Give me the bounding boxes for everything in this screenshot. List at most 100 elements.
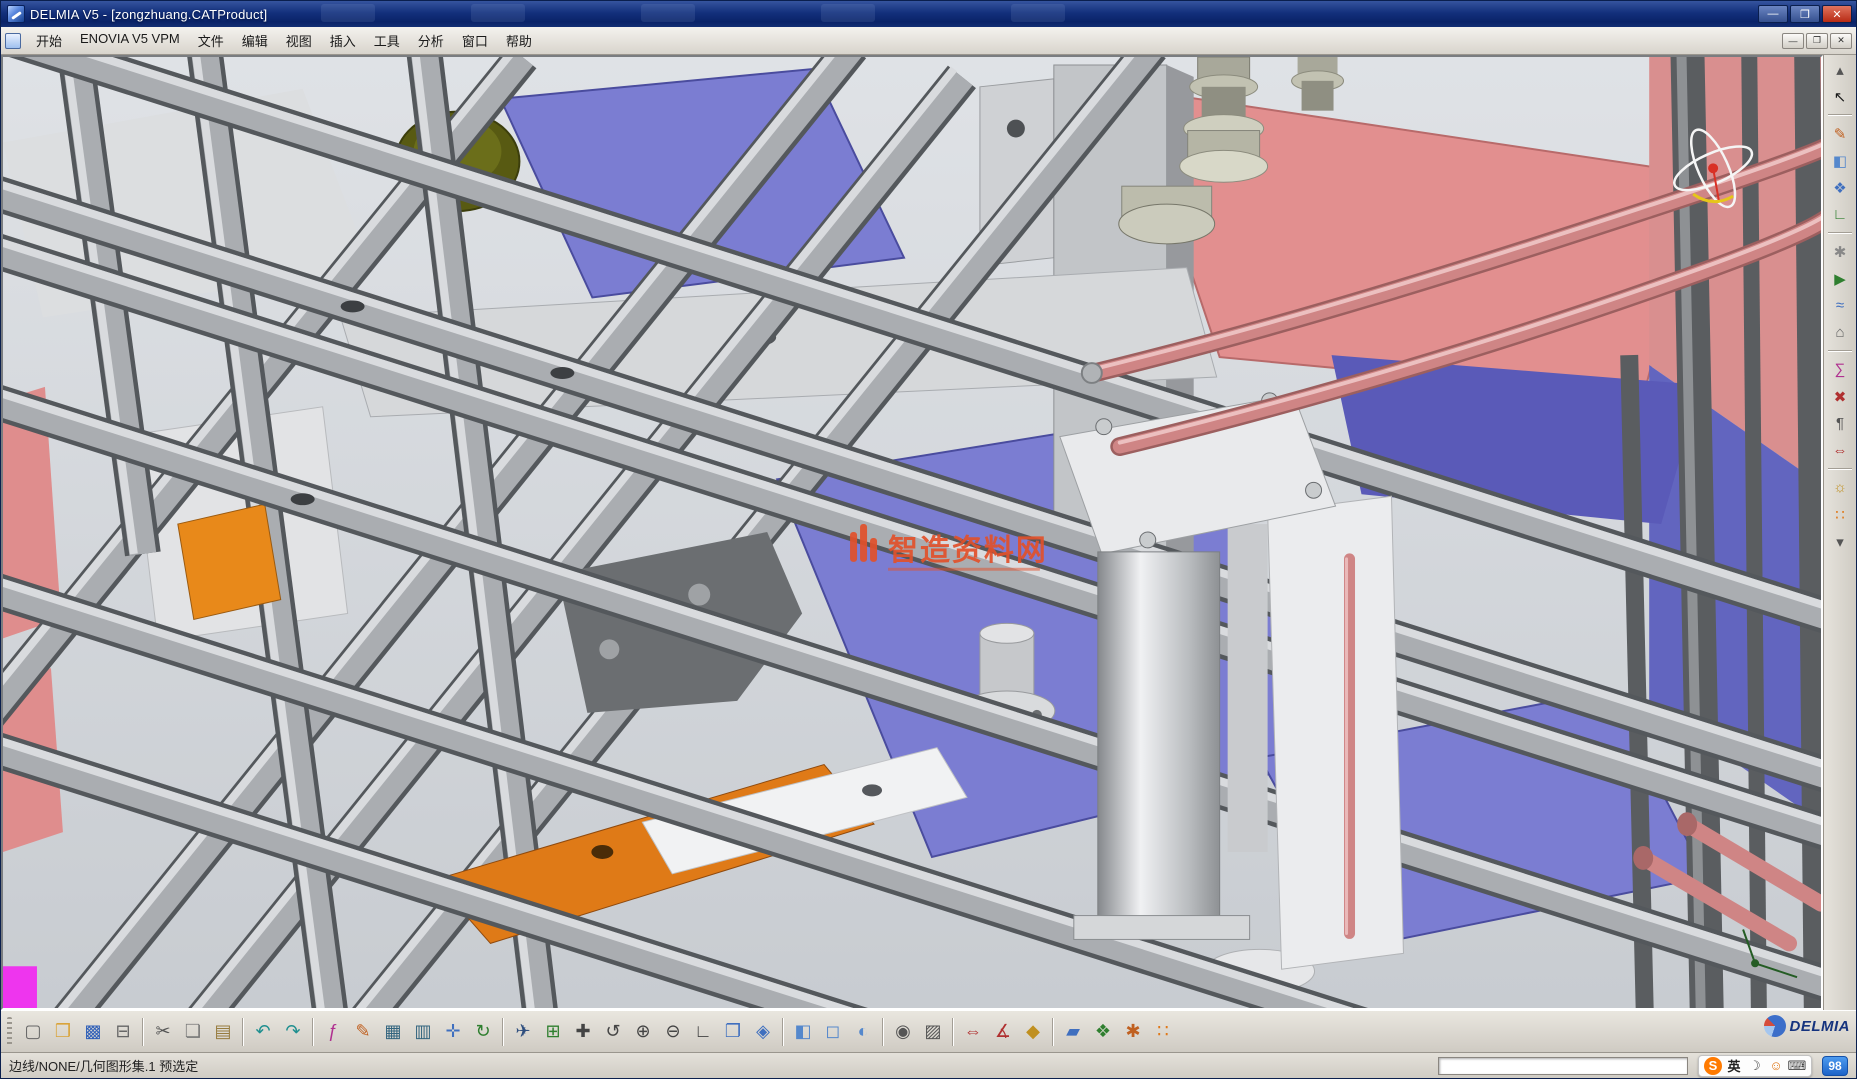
minimize-button[interactable]: — <box>1758 5 1788 23</box>
clash-icon[interactable]: ✖ <box>1827 384 1853 409</box>
catalog-icon[interactable]: ▥ <box>408 1017 438 1047</box>
pan-icon[interactable]: ✚ <box>568 1017 598 1047</box>
separator <box>1828 114 1852 116</box>
normal-view-icon[interactable]: ∟ <box>688 1017 718 1047</box>
rotate-icon[interactable]: ↺ <box>598 1017 628 1047</box>
gear-icon[interactable]: ✱ <box>1827 239 1853 264</box>
paste-icon[interactable]: ▤ <box>208 1017 238 1047</box>
right-toolbar: ▴↖ ✎◧❖∟ ✱▶≈⌂ ∑✖¶⇔ ☼∷▾ <box>1823 55 1856 1010</box>
paint-icon[interactable]: ❖ <box>1088 1017 1118 1047</box>
separator <box>782 1018 784 1046</box>
sketch-icon[interactable]: ✎ <box>1827 121 1853 146</box>
part-design-icon[interactable]: ◧ <box>1827 148 1853 173</box>
bottom-toolbar: ▢❒▩⊟ ✂❏▤ ↶↷ ƒ✎▦▥✛↻ ✈⊞✚↺⊕⊖∟❐◈ ◧◻◐ ◉▨ ⇔∡◆ ▰❖✱∷ DEL… <box>1 1010 1856 1052</box>
moon-icon[interactable]: ☽ <box>1746 1057 1764 1075</box>
separator <box>1828 350 1852 352</box>
separator <box>1828 468 1852 470</box>
iso-view-icon[interactable]: ◈ <box>748 1017 778 1047</box>
snap-grid-icon[interactable]: ∷ <box>1148 1017 1178 1047</box>
lang-indicator[interactable]: 英 <box>1725 1057 1743 1075</box>
select-cursor-icon[interactable]: ↖ <box>1827 84 1853 109</box>
camera-icon[interactable]: ◉ <box>888 1017 918 1047</box>
separator <box>502 1018 504 1046</box>
mdi-close-button[interactable]: ✕ <box>1830 33 1852 49</box>
annotation-icon[interactable]: ¶ <box>1827 411 1853 436</box>
window-title: DELMIA V5 - [zongzhuang.CATProduct] <box>30 7 267 22</box>
zoom-in-icon[interactable]: ⊕ <box>628 1017 658 1047</box>
simulation-play-icon[interactable]: ▶ <box>1827 266 1853 291</box>
menu-insert[interactable]: 插入 <box>321 28 365 53</box>
wireframe-view-icon[interactable]: ◻ <box>818 1017 848 1047</box>
title-bar[interactable]: DELMIA V5 - [zongzhuang.CATProduct] —❐✕ <box>1 1 1856 27</box>
emoji-icon[interactable]: ☺ <box>1767 1057 1785 1075</box>
workcell-icon[interactable]: ⌂ <box>1827 320 1853 345</box>
grid-icon[interactable]: ∷ <box>1827 502 1853 527</box>
menu-view[interactable]: 视图 <box>277 28 321 53</box>
measure-angle-icon[interactable]: ∡ <box>988 1017 1018 1047</box>
measure-between-icon[interactable]: ⇔ <box>958 1017 988 1047</box>
multi-view-icon[interactable]: ❐ <box>718 1017 748 1047</box>
light-icon[interactable]: ☼ <box>1827 475 1853 500</box>
command-field[interactable] <box>1438 1057 1688 1075</box>
copy-icon[interactable]: ❏ <box>178 1017 208 1047</box>
toolbar-scroll-down-icon[interactable]: ▾ <box>1827 529 1853 554</box>
menu-tools[interactable]: 工具 <box>365 28 409 53</box>
knowledge-icon[interactable]: ✱ <box>1118 1017 1148 1047</box>
analysis-icon[interactable]: ∑ <box>1827 357 1853 382</box>
open-folder-icon[interactable]: ❒ <box>48 1017 78 1047</box>
window-controls: —❐✕ <box>1758 5 1852 23</box>
new-file-icon[interactable]: ▢ <box>18 1017 48 1047</box>
close-button[interactable]: ✕ <box>1822 5 1852 23</box>
bottom-toolbar-icons: ▢❒▩⊟ ✂❏▤ ↶↷ ƒ✎▦▥✛↻ ✈⊞✚↺⊕⊖∟❐◈ ◧◻◐ ◉▨ ⇔∡◆ ▰❖✱∷ <box>18 1017 1178 1047</box>
redo-icon[interactable]: ↷ <box>278 1017 308 1047</box>
assembly-icon[interactable]: ❖ <box>1827 175 1853 200</box>
maximize-button[interactable]: ❐ <box>1790 5 1820 23</box>
render-icon[interactable]: ▨ <box>918 1017 948 1047</box>
fly-mode-icon[interactable]: ✈ <box>508 1017 538 1047</box>
cut-icon[interactable]: ✂ <box>148 1017 178 1047</box>
menu-start[interactable]: 开始 <box>27 28 71 53</box>
main-area: .bD{stroke:#54585c;stroke-width:36;fill:… <box>1 55 1856 1010</box>
constraints-icon[interactable]: ∟ <box>1827 202 1853 227</box>
menu-file[interactable]: 文件 <box>189 28 233 53</box>
menu-edit[interactable]: 编辑 <box>233 28 277 53</box>
save-icon[interactable]: ▩ <box>78 1017 108 1047</box>
hide-show-icon[interactable]: ◐ <box>848 1017 878 1047</box>
mdi-minimize-button[interactable]: — <box>1782 33 1804 49</box>
sogou-icon[interactable]: S <box>1704 1057 1722 1075</box>
keyboard-icon[interactable]: ⌨ <box>1788 1057 1806 1075</box>
print-icon[interactable]: ⊟ <box>108 1017 138 1047</box>
viewport-3d-scene: .bD{stroke:#54585c;stroke-width:36;fill:… <box>3 57 1821 1008</box>
table-icon[interactable]: ▦ <box>378 1017 408 1047</box>
delmia-brand-text: DELMIA <box>1790 1018 1851 1035</box>
menu-items: 开始ENOVIA V5 VPM文件编辑视图插入工具分析窗口帮助 <box>27 28 541 53</box>
viewport[interactable]: .bD{stroke:#54585c;stroke-width:36;fill:… <box>1 55 1823 1010</box>
menu-analyze[interactable]: 分析 <box>409 28 453 53</box>
undo-icon[interactable]: ↶ <box>248 1017 278 1047</box>
ds-swoosh-icon <box>1764 1015 1786 1037</box>
pen-icon[interactable]: ✎ <box>348 1017 378 1047</box>
eraser-icon[interactable]: ▰ <box>1058 1017 1088 1047</box>
menu-help[interactable]: 帮助 <box>497 28 541 53</box>
mdi-restore-button[interactable]: ❐ <box>1806 33 1828 49</box>
measure-icon[interactable]: ⇔ <box>1827 438 1853 463</box>
glass-reflection <box>641 4 695 22</box>
glass-reflection <box>1011 4 1065 22</box>
toolbar-scroll-up-icon[interactable]: ▴ <box>1827 57 1853 82</box>
status-message: 边线/NONE/几何图形集.1 预选定 <box>9 1056 198 1075</box>
separator <box>1828 232 1852 234</box>
menu-window[interactable]: 窗口 <box>453 28 497 53</box>
toolbar-drag-handle[interactable] <box>7 1017 12 1047</box>
formula-icon[interactable]: ƒ <box>318 1017 348 1047</box>
update-icon[interactable]: ↻ <box>468 1017 498 1047</box>
shaded-view-icon[interactable]: ◧ <box>788 1017 818 1047</box>
track-icon[interactable]: ≈ <box>1827 293 1853 318</box>
ime-badge[interactable]: 98 <box>1822 1056 1848 1076</box>
menu-enovia[interactable]: ENOVIA V5 VPM <box>71 28 189 53</box>
fit-all-icon[interactable]: ⊞ <box>538 1017 568 1047</box>
mass-icon[interactable]: ◆ <box>1018 1017 1048 1047</box>
axis-system-icon[interactable]: ✛ <box>438 1017 468 1047</box>
ime-bar: S英☽☺⌨ <box>1698 1055 1812 1077</box>
mdi-doc-icon[interactable] <box>5 33 21 49</box>
zoom-out-icon[interactable]: ⊖ <box>658 1017 688 1047</box>
